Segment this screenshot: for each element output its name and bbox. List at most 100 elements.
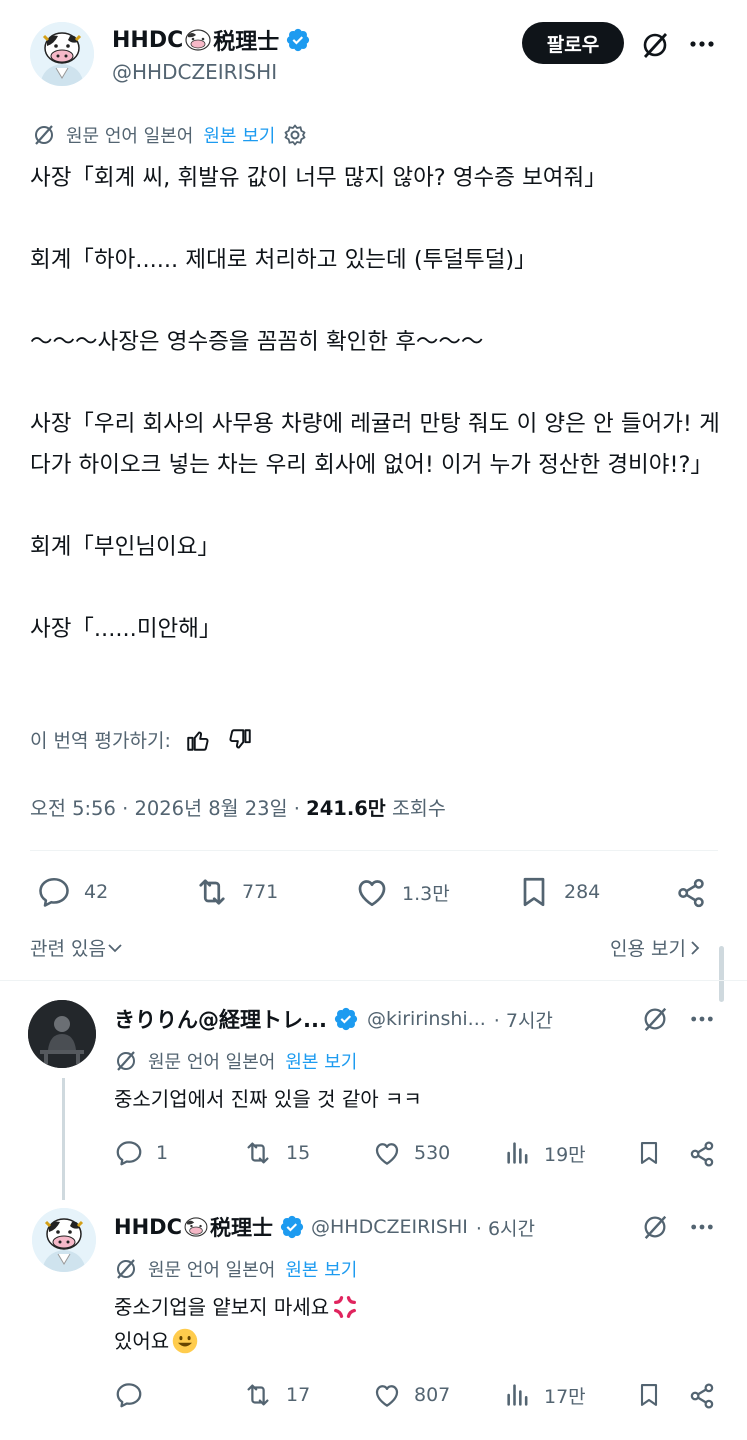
divider [30,850,718,851]
like-button[interactable]: 530 [372,1138,450,1168]
like-button[interactable]: 807 [372,1380,450,1410]
bookmark-button[interactable]: 284 [516,874,600,910]
related-label: 관련 있음 [30,938,106,960]
translate-icon [117,1259,135,1279]
bookmark-button[interactable] [634,1380,664,1410]
views-count: 17만 [544,1385,586,1408]
reply-button[interactable] [114,1380,156,1410]
retweet-count: 15 [286,1142,311,1164]
views-chart-icon [507,1384,528,1406]
view-quotes-link[interactable]: 인용 보기 [610,934,704,961]
tweet-paragraph: 사장「회계 씨, 휘발유 값이 너무 많지 않아? 영수증 보여줘」 [30,165,607,191]
share-icon [690,1141,714,1167]
bookmark-icon [640,1384,658,1406]
author-avatar[interactable] [30,22,94,86]
reply-author-name: きりりん@経理トレ... [114,1008,327,1032]
grok-icon[interactable] [636,1208,674,1246]
retweet-icon [199,879,225,905]
bookmark-icon [523,877,545,907]
more-options-icon[interactable] [684,1005,720,1033]
chevron-down-icon [108,943,122,952]
reply-time: · 7시간 [493,1009,553,1032]
view-original-link[interactable]: 원본 보기 [285,1048,357,1074]
translation-notice: 원문 언어 일본어 원본 보기 [114,1256,357,1282]
cow-avatar-icon [30,22,94,86]
tweet-meta: 오전 5:56 · 2026년 8월 23일 · 241.6만 조회수 [30,792,446,821]
share-button[interactable] [686,1138,718,1170]
divider [0,980,747,981]
reply-text-line: 중소기업을 얕보지 마세요 [114,1295,330,1319]
translation-label: 원문 언어 일본어 [148,1260,276,1281]
reply-icon [39,877,69,907]
retweet-count: 771 [242,881,279,903]
bookmark-count: 284 [564,881,601,903]
related-toggle[interactable]: 관련 있음 [30,934,124,961]
like-count: 807 [414,1384,451,1406]
follow-button[interactable]: 팔로우 [522,22,624,64]
anger-symbol-icon [334,1296,357,1318]
tweet-paragraph: 사장「......미안해」 [30,616,222,642]
reply-author-row[interactable]: きりりん@経理トレ... @kiririnshi... · 7시간 [114,1004,553,1034]
translation-notice: 원문 언어 일본어 원본 보기 [32,122,307,148]
tweet-paragraph: 회계「부인님이요」 [30,534,220,560]
verified-badge-icon [287,28,310,52]
like-button[interactable]: 1.3만 [354,874,450,910]
tweet-paragraph: 회계「하아...... 제대로 처리하고 있는데 (투덜투덜)」 [30,247,537,273]
view-original-link[interactable]: 원본 보기 [285,1256,357,1282]
views-label: 조회수 [385,797,446,820]
views-button[interactable]: 17만 [504,1380,586,1410]
reply-icon [116,1383,142,1408]
translate-icon [117,1051,135,1071]
more-options-icon[interactable] [684,1213,720,1241]
verified-badge-icon [334,1007,358,1031]
share-button[interactable] [686,1380,718,1412]
thumbs-up-icon[interactable] [185,727,211,753]
reply-avatar[interactable] [28,1000,96,1068]
tweet-paragraph: 사장「우리 회사의 사무용 차량에 레귤러 만탕 줘도 이 양은 안 들어가! … [30,411,720,478]
cow-emoji-icon [184,29,212,51]
reply-button[interactable]: 1 [114,1138,168,1168]
translation-label: 원문 언어 일본어 [148,1052,276,1073]
views-button[interactable]: 19만 [504,1138,586,1168]
author-name-row[interactable]: HHDC 税理士 [112,24,311,56]
grok-icon[interactable] [636,1000,674,1038]
thumbs-down-icon[interactable] [227,727,253,753]
author-name-suffix: 税理士 [213,30,280,55]
retweet-count: 17 [286,1384,311,1406]
verified-badge-icon [280,1215,304,1239]
reply-author-handle: @kiririnshi... [366,1008,486,1030]
more-options-icon[interactable] [684,30,720,58]
reply-avatar[interactable] [32,1208,96,1272]
tweet-body: 사장「회계 씨, 휘발유 값이 너무 많지 않아? 영수증 보여줘」 회계「하아… [30,158,720,650]
author-handle[interactable]: @HHDCZEIRISHI [112,60,277,84]
retweet-button[interactable]: 17 [242,1380,310,1410]
reply-text-line: 중소기업에서 진짜 있을 것 같아 ㅋㅋ [114,1087,422,1111]
gear-icon[interactable] [283,123,307,147]
cow-emoji-icon [183,1217,209,1237]
timestamp[interactable]: 오전 5:56 · 2026년 8월 23일 · [30,797,306,820]
retweet-icon [247,1142,269,1164]
views-chart-icon [507,1142,528,1164]
scrollbar[interactable] [719,946,724,1002]
reply-author-row[interactable]: HHDC 税理士 @HHDCZEIRISHI · 6시간 [114,1212,535,1242]
reply-body: 중소기업에서 진짜 있을 것 같아 ㅋㅋ [114,1082,422,1116]
views-count: 19만 [544,1143,586,1166]
retweet-button[interactable]: 771 [194,874,278,910]
like-count: 530 [414,1142,451,1164]
reply-author-name-prefix: HHDC [114,1215,182,1239]
rate-label: 이 번역 평가하기: [30,730,171,752]
like-count: 1.3만 [402,882,450,905]
share-button[interactable] [672,874,710,912]
view-original-link[interactable]: 원본 보기 [203,122,275,148]
reply-author-handle: @HHDCZEIRISHI [311,1216,468,1238]
bookmark-button[interactable] [634,1138,664,1168]
reply-button[interactable]: 42 [36,874,108,910]
grok-icon[interactable] [636,26,674,64]
translate-icon [35,125,53,145]
heart-icon [375,1143,399,1165]
share-icon [678,878,704,908]
quotes-label: 인용 보기 [610,938,686,960]
heart-icon [358,880,386,907]
retweet-button[interactable]: 15 [242,1138,310,1168]
share-icon [690,1383,714,1409]
